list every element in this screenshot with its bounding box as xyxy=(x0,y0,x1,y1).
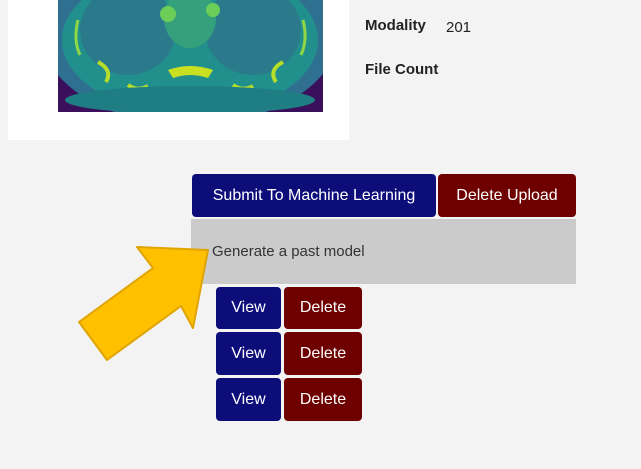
modality-label: Modality xyxy=(365,17,426,34)
generate-past-model-text: Generate a past model xyxy=(212,243,365,260)
delete-model-button[interactable]: Delete xyxy=(284,378,362,421)
view-model-button[interactable]: View xyxy=(216,378,281,421)
file-count-label: File Count xyxy=(365,61,439,78)
modality-value: 201 xyxy=(446,19,472,36)
view-model-button[interactable]: View xyxy=(216,287,281,329)
delete-model-button[interactable]: Delete xyxy=(284,332,362,375)
view-model-button[interactable]: View xyxy=(216,332,281,375)
arrow-pointing-right-icon xyxy=(75,240,215,370)
delete-model-button[interactable]: Delete xyxy=(284,287,362,329)
ct-scan-image xyxy=(58,0,323,112)
delete-upload-button[interactable]: Delete Upload xyxy=(438,174,576,217)
scan-thumbnail-card xyxy=(8,0,349,140)
submit-to-ml-button[interactable]: Submit To Machine Learning xyxy=(192,174,436,217)
generate-past-model-panel: Generate a past model xyxy=(191,219,576,284)
